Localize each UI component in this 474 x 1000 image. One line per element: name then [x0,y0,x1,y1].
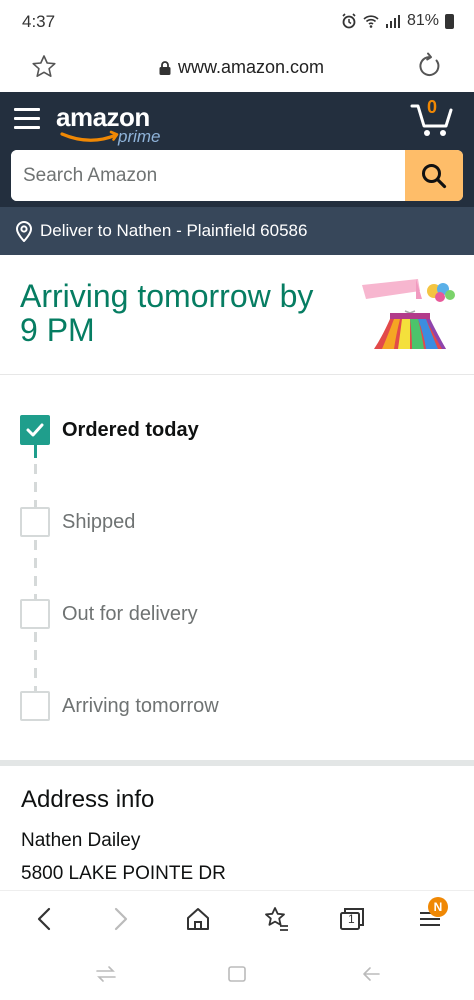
recent-apps-icon[interactable] [95,964,117,984]
system-back-icon[interactable] [360,964,382,984]
shipment-tracker: Ordered today Shipped Out for delivery A… [0,376,474,760]
address-name: Nathen Dailey [21,830,141,851]
bookmark-star-icon[interactable] [30,53,58,81]
deliver-to-bar[interactable]: Deliver to Nathen - Plainfield 60586 [0,207,474,255]
step-label: Arriving tomorrow [62,694,219,717]
step-label: Ordered today [62,418,199,441]
back-arrow-icon [37,907,51,931]
address-title: Address info [21,786,155,813]
amazon-logo[interactable]: amazon prime [56,102,176,152]
status-time: 4:37 [22,12,56,31]
logo-prime: prime [118,127,161,146]
location-pin-icon [15,221,33,242]
cart-count: 0 [427,97,438,117]
step-checkbox [20,507,50,537]
deliver-to-text: Deliver to Nathen - Plainfield 60586 [40,221,308,240]
lock-icon [159,60,171,75]
cart-button[interactable]: 0 [410,97,456,138]
step-checkbox [20,599,50,629]
progress-connector [34,540,37,600]
wifi-icon [363,15,379,28]
step-checkbox [20,691,50,721]
tabs-button[interactable]: 1 [336,903,368,935]
search-icon [422,163,447,188]
step-out-for-delivery: Out for delivery [20,599,198,629]
amazon-header: amazon prime 0 [0,92,474,207]
arrival-section: Arriving tomorrow by 9 PM [0,255,474,375]
browser-bar: www.amazon.com [0,44,474,92]
menu-icon[interactable] [14,108,42,132]
step-shipped: Shipped [20,507,135,537]
status-icons: 81% [341,12,454,30]
smile-arrow-icon [60,130,119,142]
system-nav-bar [0,946,474,1000]
search-input[interactable] [11,150,406,201]
step-checkbox-checked [20,415,50,445]
product-image[interactable] [360,277,458,355]
url-bar[interactable]: www.amazon.com [158,57,324,78]
home-button[interactable] [182,903,214,935]
reload-icon[interactable] [416,52,444,80]
bookmarks-list-icon [265,907,288,931]
progress-connector [34,632,37,692]
url-text: www.amazon.com [178,57,325,77]
address-section: Address info Nathen Dailey 5800 LAKE POI… [0,766,474,890]
tabs-count: 1 [348,912,355,926]
progress-connector [34,464,37,508]
battery-level: 81% [406,12,439,29]
forward-arrow-icon [114,907,128,931]
back-button[interactable] [28,903,60,935]
search-bar [11,150,463,201]
status-bar: 4:37 81% [0,0,474,44]
step-label: Shipped [62,510,136,533]
system-home-icon[interactable] [226,964,248,984]
battery-icon [445,13,454,29]
address-street: 5800 LAKE POINTE DR [21,863,226,884]
step-label: Out for delivery [62,602,198,625]
bookmarks-button[interactable] [260,903,292,935]
notification-badge: N [428,897,448,917]
browser-bottom-nav: 1 N [0,890,474,946]
forward-button[interactable] [105,903,137,935]
step-arriving: Arriving tomorrow [20,691,219,721]
search-button[interactable] [405,150,463,201]
checkmark-icon [26,423,44,437]
arrival-title: Arriving tomorrow by 9 PM [20,278,314,348]
step-ordered: Ordered today [20,415,199,445]
home-icon [187,908,209,930]
signal-icon [385,15,400,28]
alarm-icon [342,13,356,29]
